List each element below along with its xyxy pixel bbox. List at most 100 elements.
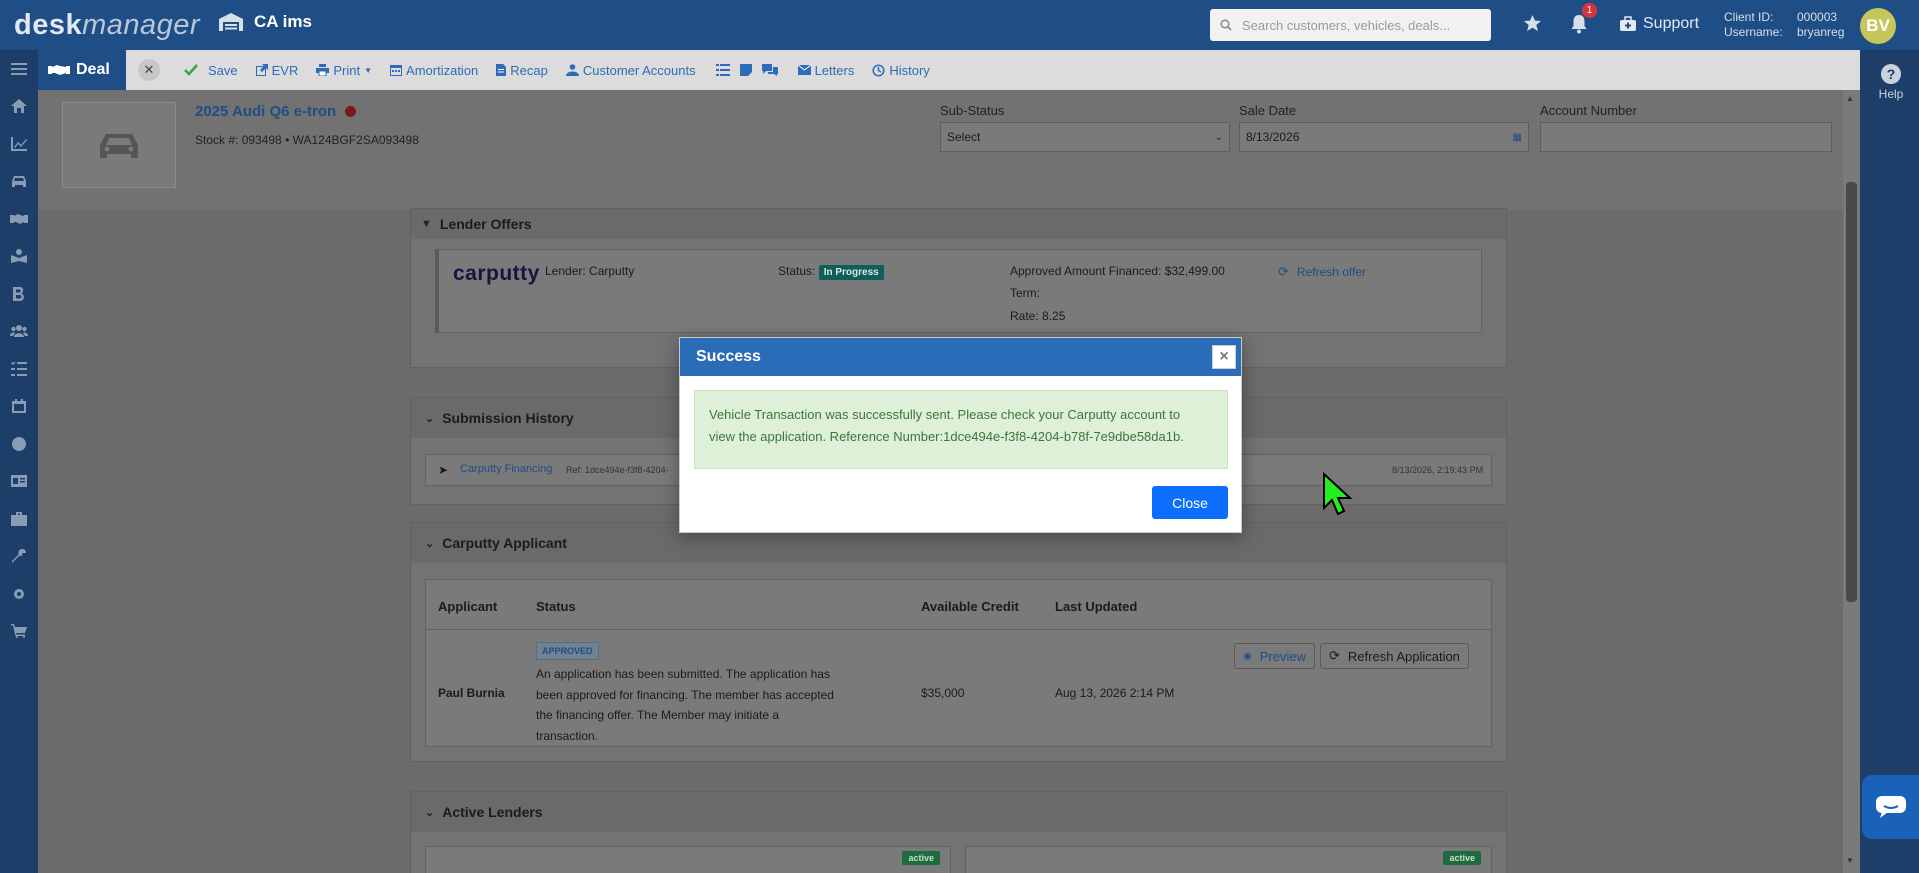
app-logo[interactable]: deskmanager bbox=[14, 9, 200, 42]
submission-time: 8/13/2026, 2:19:43 PM bbox=[1392, 465, 1484, 475]
sidebar-item-settings[interactable] bbox=[0, 575, 38, 613]
sidebar-item-web[interactable] bbox=[0, 425, 38, 463]
letters-button[interactable]: Letters bbox=[797, 62, 855, 78]
evr-label: EVR bbox=[271, 62, 299, 78]
notes-button[interactable] bbox=[739, 64, 756, 76]
user-building-icon bbox=[565, 64, 579, 76]
sidebar-menu-toggle[interactable] bbox=[0, 50, 38, 88]
modal-close-x-button[interactable]: × bbox=[1212, 345, 1236, 369]
external-link-icon bbox=[255, 64, 268, 76]
refresh-offer-link[interactable]: ⟳ Refresh offer bbox=[1278, 264, 1366, 280]
medkit-icon bbox=[1620, 16, 1636, 31]
sidebar-item-calendar[interactable] bbox=[0, 388, 38, 426]
applicant-title: Carputty Applicant bbox=[442, 535, 567, 551]
sidebar-item-crm[interactable] bbox=[0, 238, 38, 276]
checklist-button[interactable] bbox=[715, 64, 734, 76]
active-badge: active bbox=[1443, 851, 1481, 865]
store-selector[interactable]: CA ims bbox=[218, 12, 312, 32]
active-lender-card-1[interactable]: active bbox=[425, 846, 951, 873]
messages-button[interactable] bbox=[761, 64, 782, 76]
sidebar-item-bhph[interactable] bbox=[0, 275, 38, 313]
available-credit: $35,000 bbox=[921, 686, 965, 700]
global-search-input[interactable]: Search customers, vehicles, deals... bbox=[1210, 9, 1491, 41]
sidebar-item-customers[interactable] bbox=[0, 313, 38, 351]
vehicle-thumbnail[interactable] bbox=[62, 102, 176, 188]
sidebar-item-ids[interactable] bbox=[0, 463, 38, 501]
line-chart-icon bbox=[11, 136, 27, 151]
scroll-up-icon[interactable]: ▲ bbox=[1846, 94, 1854, 103]
save-button[interactable]: Save bbox=[184, 63, 238, 78]
sidebar-item-accounting[interactable] bbox=[0, 500, 38, 538]
refresh-icon: ⟳ bbox=[1329, 648, 1340, 663]
sidebar-item-service[interactable] bbox=[0, 538, 38, 576]
amortization-button[interactable]: Amortization bbox=[390, 63, 478, 78]
applicant-table: Applicant Status Available Credit Last U… bbox=[425, 579, 1492, 747]
sidebar-item-home[interactable] bbox=[0, 88, 38, 126]
chevron-down-icon: ⌄ bbox=[425, 537, 435, 550]
offer-term: Term: bbox=[1010, 286, 1040, 300]
modal-title: Success bbox=[696, 348, 761, 365]
vehicle-title[interactable]: 2025 Audi Q6 e-tron bbox=[195, 103, 357, 120]
scrollbar-thumb[interactable] bbox=[1846, 182, 1857, 602]
chevron-down-icon: ⌄ bbox=[425, 412, 435, 425]
caret-down-icon: ▼ bbox=[364, 65, 373, 75]
support-button[interactable]: Support bbox=[1619, 15, 1699, 33]
star-icon[interactable] bbox=[1523, 14, 1542, 33]
deal-tab[interactable]: Deal bbox=[38, 50, 126, 90]
evr-button[interactable]: EVR bbox=[255, 62, 299, 78]
home-icon bbox=[11, 99, 27, 114]
applicant-status-text: An application has been submitted. The a… bbox=[536, 664, 896, 746]
active-lender-card-2[interactable]: active bbox=[965, 846, 1492, 873]
chat-widget-button[interactable] bbox=[1862, 775, 1919, 839]
sale-date-field: Sale Date 8/13/2026 ▦ bbox=[1239, 103, 1529, 152]
active-lenders-panel: ⌄ Active Lenders active active bbox=[410, 791, 1507, 873]
active-lenders-header[interactable]: ⌄ Active Lenders bbox=[411, 792, 1506, 832]
carputty-logo: carputty bbox=[453, 262, 540, 285]
deal-toolbar: Deal ✕ Save EVR Print ▼ Amortization Rec… bbox=[38, 50, 1860, 90]
store-name: CA ims bbox=[254, 12, 312, 31]
sidebar-item-store[interactable] bbox=[0, 613, 38, 651]
applicant-name: Paul Burnia bbox=[438, 686, 505, 700]
sidebar-item-inventory[interactable] bbox=[0, 163, 38, 201]
print-button[interactable]: Print ▼ bbox=[316, 63, 372, 78]
recap-label: Recap bbox=[510, 62, 548, 78]
sale-date-input[interactable]: 8/13/2026 ▦ bbox=[1239, 122, 1529, 152]
letters-label: Letters bbox=[814, 62, 855, 78]
toolbox-icon bbox=[11, 511, 27, 526]
recap-button[interactable]: Recap bbox=[496, 63, 548, 78]
preview-button[interactable]: ◉ Preview bbox=[1234, 643, 1315, 669]
status-badge: In Progress bbox=[818, 265, 884, 280]
sidebar-item-deals[interactable] bbox=[0, 200, 38, 238]
status-dot-icon bbox=[345, 106, 357, 117]
gear-icon bbox=[14, 588, 24, 599]
vertical-scrollbar[interactable]: ▲ ▼ bbox=[1843, 90, 1860, 873]
print-label: Print bbox=[333, 62, 361, 78]
status-line-4: transaction. bbox=[536, 728, 599, 743]
right-rail bbox=[1860, 50, 1919, 873]
user-avatar[interactable]: BV bbox=[1860, 8, 1896, 44]
chevron-down-icon: ⌄ bbox=[425, 806, 435, 819]
history-button[interactable]: History bbox=[872, 63, 930, 78]
sidebar-item-reports[interactable] bbox=[0, 125, 38, 163]
lender-offers-header[interactable]: ▼ Lender Offers bbox=[411, 209, 1506, 239]
search-placeholder: Search customers, vehicles, deals... bbox=[1242, 17, 1451, 33]
sale-date-value: 8/13/2026 bbox=[1246, 130, 1300, 144]
paper-plane-icon: ➤ bbox=[438, 463, 449, 477]
help-button[interactable]: ? Help bbox=[1876, 64, 1906, 101]
handshake-icon bbox=[48, 65, 70, 75]
lender-offer-card: carputty Lender: Carputty Status: In Pro… bbox=[435, 249, 1482, 333]
success-message-line-1: Vehicle Transaction was successfully sen… bbox=[709, 407, 1181, 422]
globe-icon bbox=[12, 436, 26, 451]
close-deal-button[interactable]: ✕ bbox=[138, 59, 160, 81]
list-check-icon bbox=[11, 361, 27, 376]
refresh-application-button[interactable]: ⟳ Refresh Application bbox=[1320, 643, 1469, 669]
account-number-input[interactable] bbox=[1540, 122, 1832, 152]
substatus-label: Sub-Status bbox=[940, 103, 1005, 118]
car-icon bbox=[100, 134, 138, 158]
modal-close-button[interactable]: Close bbox=[1152, 486, 1228, 519]
sidebar-item-tasks[interactable] bbox=[0, 350, 38, 388]
customer-accounts-button[interactable]: Customer Accounts bbox=[565, 63, 696, 78]
calendar-icon[interactable]: ▦ bbox=[1513, 132, 1522, 143]
substatus-select[interactable]: Select ⌄ bbox=[940, 122, 1230, 152]
scroll-down-icon[interactable]: ▼ bbox=[1846, 856, 1854, 865]
